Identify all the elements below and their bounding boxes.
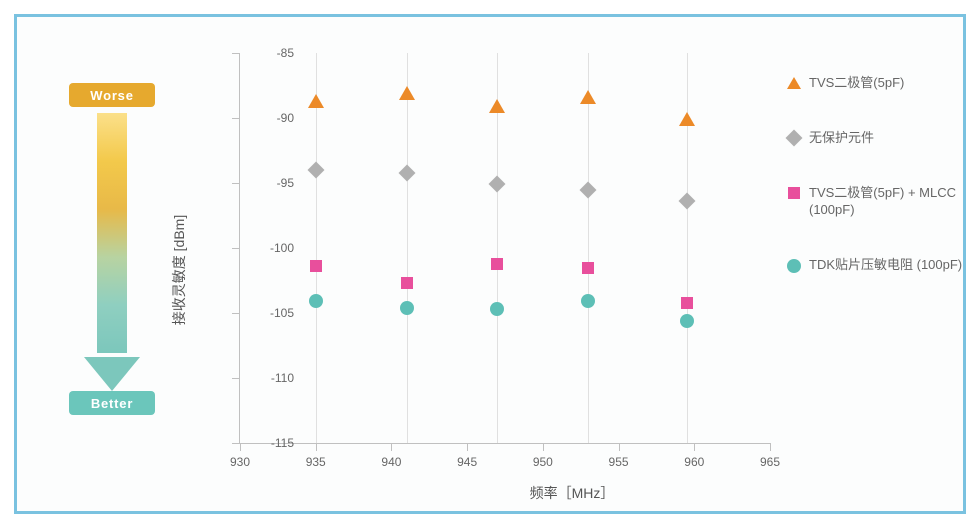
data-point	[307, 162, 324, 179]
data-point	[398, 164, 415, 181]
y-tick-label: -90	[246, 111, 294, 125]
data-point	[308, 94, 324, 108]
y-axis-label: 接收灵敏度 [dBm]	[169, 215, 189, 325]
data-point	[489, 99, 505, 113]
worse-better-arrow: Worse Better	[63, 83, 161, 415]
chart: 接收灵敏度 [dBm] 频率［MHz］ -85-90-95-100-105-11…	[177, 35, 967, 505]
data-point	[582, 262, 594, 274]
data-point	[580, 181, 597, 198]
data-point	[401, 277, 413, 289]
x-tick-label: 965	[760, 455, 780, 469]
circle-icon	[787, 259, 801, 273]
data-point	[580, 90, 596, 104]
y-tick-label: -100	[246, 241, 294, 255]
data-point	[399, 86, 415, 100]
y-tick-label: -95	[246, 176, 294, 190]
y-tick-label: -85	[246, 46, 294, 60]
data-point	[309, 294, 323, 308]
x-tick-label: 935	[306, 455, 326, 469]
x-tick-label: 930	[230, 455, 250, 469]
plot-area: -85-90-95-100-105-110-115930935940945950…	[239, 53, 770, 444]
legend-label: TVS二极管(5pF)	[809, 75, 904, 92]
data-point	[681, 297, 693, 309]
legend-label: TDK贴片压敏电阻 (100pF)	[809, 257, 962, 274]
worse-pill: Worse	[69, 83, 155, 107]
y-tick-label: -110	[246, 371, 294, 385]
data-point	[400, 301, 414, 315]
inner-card: Worse Better 接收灵敏度 [dBm] 频率［MHz］ -85 -90 -…	[14, 14, 966, 514]
data-point	[680, 314, 694, 328]
data-point	[310, 260, 322, 272]
triangle-icon	[787, 77, 801, 89]
data-point	[489, 176, 506, 193]
legend: TVS二极管(5pF) 无保护元件 TVS二极管(5pF) + MLCC (10…	[785, 75, 965, 273]
x-tick-label: 955	[609, 455, 629, 469]
legend-label: 无保护元件	[809, 130, 874, 147]
frame: Worse Better 接收灵敏度 [dBm] 频率［MHz］ -85 -90 -…	[0, 0, 980, 528]
data-point	[679, 112, 695, 126]
legend-item: TVS二极管(5pF) + MLCC (100pF)	[785, 185, 965, 219]
x-tick-label: 945	[457, 455, 477, 469]
data-point	[490, 302, 504, 316]
y-tick-label: -115	[246, 436, 294, 450]
diamond-icon	[786, 129, 803, 146]
x-tick-label: 950	[533, 455, 553, 469]
better-pill: Better	[69, 391, 155, 415]
x-axis-label: 频率［MHz］	[530, 483, 615, 503]
arrow-head-icon	[84, 357, 140, 391]
legend-item: 无保护元件	[785, 130, 965, 147]
arrow-shaft	[97, 113, 127, 353]
data-point	[491, 258, 503, 270]
data-point	[581, 294, 595, 308]
y-tick-label: -105	[246, 306, 294, 320]
legend-item: TVS二极管(5pF)	[785, 75, 965, 92]
legend-item: TDK贴片压敏电阻 (100pF)	[785, 257, 965, 274]
legend-label: TVS二极管(5pF) + MLCC (100pF)	[809, 185, 965, 219]
x-tick-label: 960	[684, 455, 704, 469]
data-point	[678, 193, 695, 210]
square-icon	[788, 187, 800, 199]
x-tick-label: 940	[381, 455, 401, 469]
